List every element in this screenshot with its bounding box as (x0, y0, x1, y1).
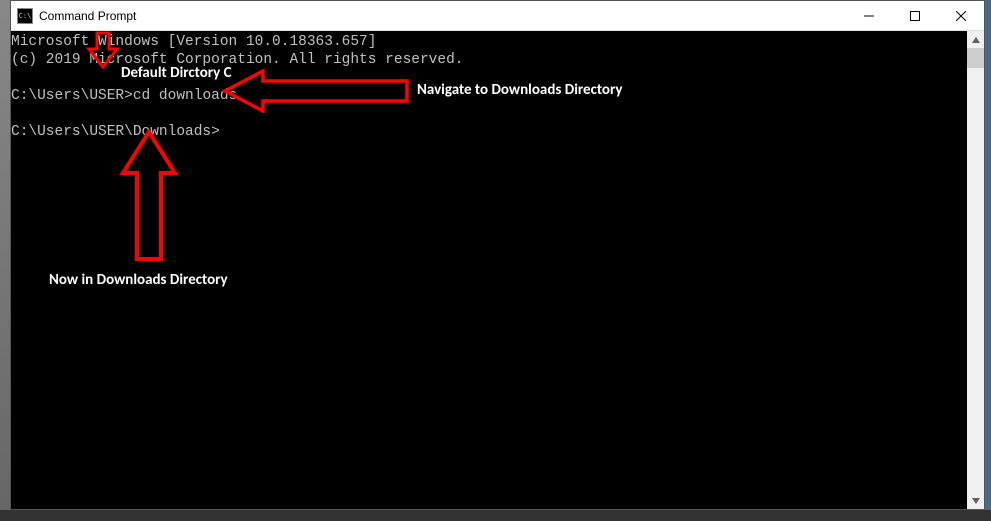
minimize-icon (864, 11, 874, 21)
scroll-down-button[interactable] (967, 492, 984, 509)
vertical-scrollbar[interactable] (967, 31, 984, 509)
titlebar-left: C:\ Command Prompt (11, 8, 136, 24)
command-prompt-window: C:\ Command Prompt Microsoft Windows [Ve… (10, 0, 985, 510)
window-controls-group (846, 1, 984, 30)
minimize-button[interactable] (846, 1, 892, 30)
window-title: Command Prompt (39, 9, 136, 23)
chevron-up-icon (972, 37, 980, 43)
terminal-prompt-2-path: C:\Users\USER\Downloads> (11, 124, 220, 140)
taskbar-edge (0, 510, 991, 521)
close-icon (956, 11, 966, 21)
scroll-thumb[interactable] (967, 48, 984, 68)
terminal-line-version: Microsoft Windows [Version 10.0.18363.65… (11, 34, 376, 50)
terminal-area: Microsoft Windows [Version 10.0.18363.65… (11, 31, 984, 509)
maximize-icon (910, 11, 920, 21)
terminal-line-copyright: (c) 2019 Microsoft Corporation. All righ… (11, 52, 463, 68)
close-button[interactable] (938, 1, 984, 30)
terminal-prompt-1-command: cd downloads (133, 88, 237, 104)
left-desktop-strip (0, 0, 10, 521)
terminal-content[interactable]: Microsoft Windows [Version 10.0.18363.65… (11, 31, 967, 509)
chevron-down-icon (972, 498, 980, 504)
app-icon: C:\ (17, 8, 33, 24)
terminal-prompt-1-path: C:\Users\USER> (11, 88, 133, 104)
scroll-up-button[interactable] (967, 31, 984, 48)
titlebar[interactable]: C:\ Command Prompt (11, 1, 984, 31)
maximize-button[interactable] (892, 1, 938, 30)
